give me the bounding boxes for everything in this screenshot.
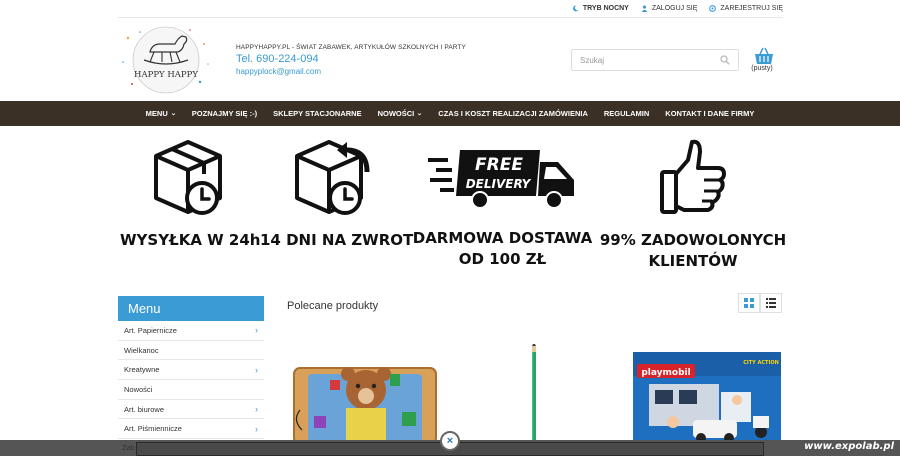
watermark-text: www.expolab.pl	[804, 441, 894, 452]
login-label: ZALOGUJ SIĘ	[651, 5, 698, 12]
features-banner: WYSYŁKA W 24h 14 DNI NA ZWROT FREE DELIV…	[110, 126, 790, 291]
thumbs-up-icon	[660, 139, 726, 214]
nav-item-stores[interactable]: SKLEPY STACJONARNE	[265, 109, 370, 118]
list-view-button[interactable]	[760, 293, 782, 313]
sidebar-item-label: Art. Papiernicze	[124, 325, 177, 335]
search-box[interactable]	[571, 49, 739, 71]
view-toggle	[738, 293, 782, 313]
product-image-playmobil: playmobil CITY ACTION	[633, 352, 781, 443]
nav-item-label: REGULAMIN	[603, 109, 650, 118]
feature-happy-line2: KLIENTÓW	[648, 252, 738, 270]
nav-item-terms[interactable]: REGULAMIN	[596, 109, 657, 118]
search-input[interactable]	[580, 55, 720, 65]
product-card-pencil[interactable]	[520, 344, 550, 440]
nav-item-label: KONTAKT I DANE FIRMY	[665, 109, 755, 118]
featured-products-heading: Polecane produkty	[287, 300, 379, 312]
sidebar-item-writing[interactable]: Art. Piśmiennicze ›	[118, 419, 264, 440]
logo[interactable]: HAPPY HAPPY	[120, 24, 212, 96]
night-mode-label: TRYB NOCNY	[582, 5, 629, 12]
nav-item-contact[interactable]: KONTAKT I DANE FIRMY	[657, 109, 762, 118]
register-link[interactable]: ZAREJESTRUJ SIĘ	[709, 5, 783, 12]
nav-item-label: SKLEPY STACJONARNE	[273, 109, 362, 118]
feature-free-line1: DARMOWA DOSTAWA	[412, 229, 593, 247]
feature-free-delivery: FREE DELIVERY DARMOWA DOSTAWA OD 100 ZŁ	[410, 146, 595, 270]
sidebar-item-label: Wielkanoc	[124, 345, 159, 355]
product-card-lacing-bear[interactable]	[290, 360, 440, 445]
nav-item-news[interactable]: NOWOŚCI ⌄	[370, 109, 431, 118]
moon-icon	[572, 5, 579, 12]
sidebar-item-label: Art. biurowe	[124, 404, 165, 414]
chevron-right-icon: ›	[255, 423, 258, 434]
playmobil-brand-text: playmobil	[641, 368, 690, 378]
product-image-lacing-bear	[293, 367, 437, 445]
sidebar-item-label: Art. Piśmiennicze	[124, 424, 182, 434]
grid-icon	[744, 298, 754, 308]
user-icon	[641, 5, 648, 12]
grid-view-button[interactable]	[738, 293, 760, 313]
sidebar-title: Menu	[118, 296, 264, 321]
sidebar-item-creative[interactable]: Kreatywne ›	[118, 360, 264, 381]
tagline: HAPPYHAPPY.PL - ŚWIAT ZABAWEK, ARTYKUŁÓW…	[236, 44, 466, 51]
sidebar-item-office[interactable]: Art. biurowe ›	[118, 400, 264, 420]
chevron-down-icon: ⌄	[416, 111, 423, 117]
feature-shipping: WYSYŁKA W 24h	[120, 136, 261, 251]
chevron-down-icon: ⌄	[170, 111, 177, 117]
nav-item-label: MENU	[145, 109, 168, 118]
nav-item-menu[interactable]: MENU ⌄	[138, 109, 184, 118]
feature-returns: 14 DNI NA ZWROT	[260, 136, 414, 251]
sidebar-item-label: Kreatywne	[124, 365, 160, 375]
chevron-right-icon: ›	[255, 325, 258, 336]
phone-number[interactable]: Tel. 690-224-094	[236, 53, 319, 65]
feature-returns-title: 14 DNI NA ZWROT	[260, 231, 414, 249]
product-card-playmobil[interactable]: playmobil CITY ACTION	[633, 352, 781, 443]
basket-icon	[755, 47, 773, 64]
truck-text-delivery: DELIVERY	[465, 177, 531, 191]
chevron-right-icon: ›	[255, 404, 258, 415]
top-bar: TRYB NOCNY ZALOGUJ SIĘ ZAREJESTRUJ SIĘ	[118, 0, 783, 18]
close-icon[interactable]: ×	[440, 431, 460, 451]
list-icon	[766, 298, 776, 308]
email-link[interactable]: happyplock@gmail.com	[236, 67, 321, 76]
sidebar-item-partial[interactable]: Zab	[122, 443, 135, 452]
logo-rocking-horse: HAPPY HAPPY	[122, 26, 209, 94]
nav-item-delivery[interactable]: CZAS I KOSZT REALIZACJI ZAMÓWIENIA	[430, 109, 596, 118]
chevron-right-icon: ›	[255, 364, 258, 375]
cart-status: (pusty)	[751, 65, 773, 72]
sidebar-item-stationery[interactable]: Art. Papiernicze ›	[118, 321, 264, 341]
playmobil-series-text: CITY ACTION	[743, 360, 779, 366]
nav-item-label: CZAS I KOSZT REALIZACJI ZAMÓWIENIA	[438, 109, 588, 118]
register-label: ZAREJESTRUJ SIĘ	[720, 5, 783, 12]
sidebar-item-news[interactable]: Nowości	[118, 380, 264, 400]
nav-item-label: NOWOŚCI	[377, 109, 415, 118]
nav-item-about[interactable]: POZNAJMY SIĘ :-)	[184, 109, 265, 118]
night-mode-toggle[interactable]: TRYB NOCNY	[572, 5, 629, 12]
delivery-truck-icon: FREE DELIVERY	[427, 150, 574, 209]
truck-text-free: FREE	[475, 155, 523, 175]
feature-free-line2: OD 100 ZŁ	[458, 250, 547, 268]
sidebar-menu: Menu Art. Papiernicze › Wielkanoc Kreatyw…	[118, 296, 264, 440]
logo-text: HAPPY HAPPY	[134, 70, 198, 80]
feature-shipping-title: WYSYŁKA W 24h	[120, 231, 261, 249]
main-nav: MENU ⌄ POZNAJMY SIĘ :-) SKLEPY STACJONARN…	[0, 101, 900, 126]
product-image-pencil	[532, 344, 536, 440]
box-clock-icon	[153, 140, 222, 215]
cart-button[interactable]: (pusty)	[751, 47, 776, 72]
box-return-icon	[294, 140, 369, 215]
sidebar-item-label: Nowości	[124, 384, 153, 394]
sidebar-item-easter[interactable]: Wielkanoc	[118, 341, 264, 361]
login-link[interactable]: ZALOGUJ SIĘ	[641, 5, 698, 12]
feature-happy-clients: 99% ZADOWOLONYCH KLIENTÓW	[598, 136, 788, 272]
page: TRYB NOCNY ZALOGUJ SIĘ ZAREJESTRUJ SIĘ H…	[0, 0, 900, 456]
search-icon[interactable]	[720, 55, 730, 65]
nav-item-label: POZNAJMY SIĘ :-)	[191, 109, 258, 118]
register-icon	[709, 5, 717, 12]
header: HAPPY HAPPY HAPPYHAPPY.PL - ŚWIAT ZABAWE…	[118, 18, 783, 101]
feature-happy-line1: 99% ZADOWOLONYCH	[599, 231, 787, 249]
